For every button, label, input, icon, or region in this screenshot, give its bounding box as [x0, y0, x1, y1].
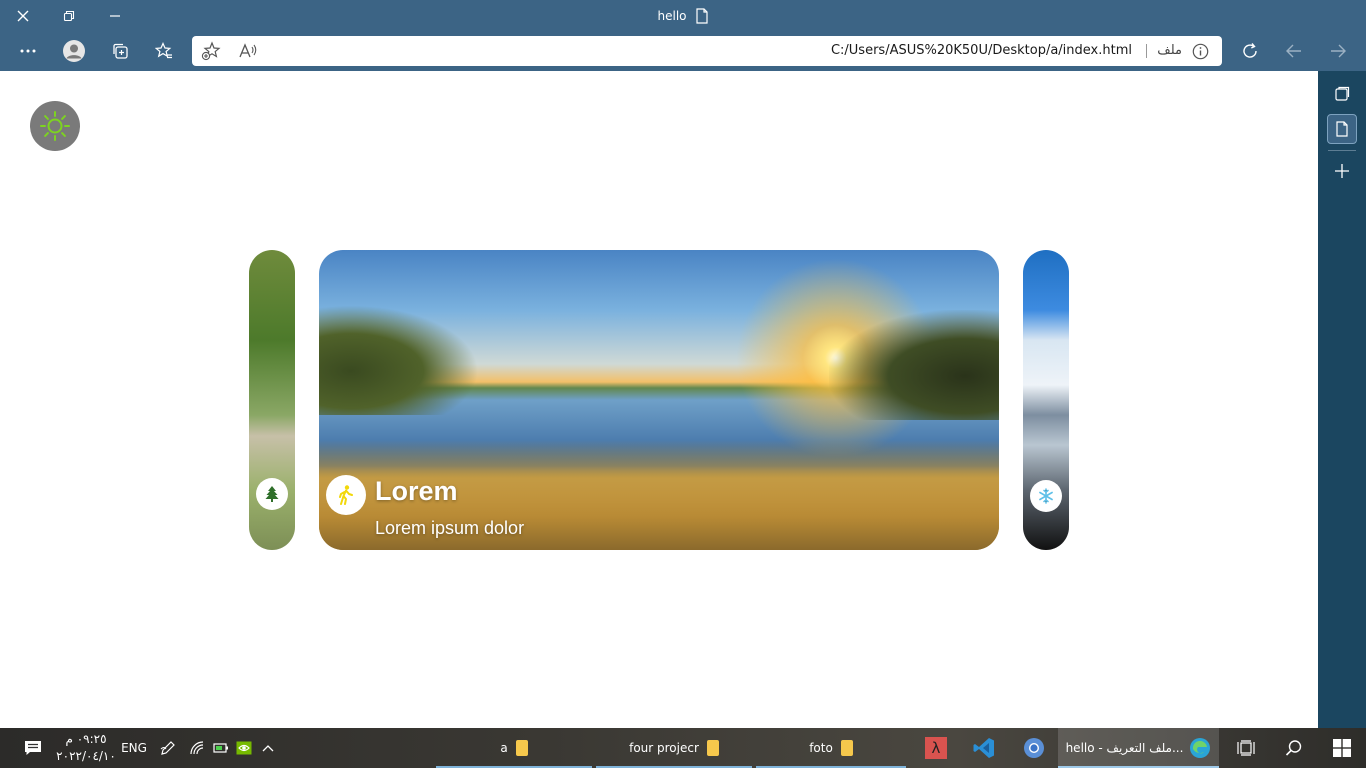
theme-toggle-button[interactable] [30, 101, 80, 151]
card-sunset-lake[interactable]: Lorem Lorem ipsum dolor [319, 250, 999, 550]
folder-icon [840, 740, 853, 756]
favorites-button[interactable] [148, 36, 180, 66]
title-bar: hello [0, 0, 1366, 32]
chevron-up-icon [262, 745, 274, 752]
clock-time: ٠٩:٢٥ م [65, 732, 107, 746]
taskbar-app-label: hello - ملف التعريف... [1065, 741, 1184, 755]
taskbar-app-chrome[interactable] [1016, 728, 1052, 768]
url-text[interactable]: C:/Users/ASUS%20K50U/Desktop/a/index.htm… [831, 36, 1132, 66]
back-button[interactable] [1278, 36, 1310, 66]
address-separator [1146, 44, 1147, 58]
battery-button[interactable] [210, 728, 232, 768]
window-title: hello [657, 9, 687, 23]
edge-icon [1190, 738, 1211, 758]
snowflake-icon [1030, 480, 1062, 512]
landscape-trees-right [829, 310, 999, 420]
profile-icon [63, 40, 85, 62]
lambda-icon: λ [925, 737, 947, 759]
plus-icon [1335, 164, 1349, 178]
notification-icon [25, 741, 41, 755]
sidebar-add-button[interactable] [1327, 156, 1357, 186]
card-winter[interactable] [1023, 250, 1069, 550]
pen-icon [160, 741, 175, 755]
folder-icon [706, 740, 719, 756]
card-subtitle: Lorem ipsum dolor [375, 518, 525, 538]
address-bar[interactable]: C:/Users/ASUS%20K50U/Desktop/a/index.htm… [192, 36, 1222, 66]
window-title-area: hello [0, 0, 1366, 32]
taskbar-app-folder-four-projecr[interactable]: four projecr [596, 728, 752, 768]
tabs-icon [1335, 86, 1350, 101]
search-icon [1285, 740, 1302, 756]
walking-icon [326, 475, 366, 515]
sidebar-page-button[interactable] [1327, 114, 1357, 144]
favorites-icon [155, 42, 172, 59]
task-view-icon [1237, 740, 1255, 756]
refresh-icon [1243, 43, 1257, 58]
windows-icon [1333, 739, 1351, 757]
taskbar-app-vscode[interactable] [966, 728, 1002, 768]
windows-taskbar: ٠٩:٢٥ م ٢٠٢٢/٠٤/١٠ ENG a four projecr fo… [0, 728, 1366, 768]
search-button[interactable] [1278, 728, 1310, 768]
settings-more-button[interactable] [12, 36, 44, 66]
forward-button[interactable] [1322, 36, 1354, 66]
info-icon [1192, 43, 1208, 59]
add-favorite-icon [201, 41, 221, 61]
refresh-button[interactable] [1234, 36, 1266, 66]
more-icon [20, 49, 36, 53]
page-content: Lorem Lorem ipsum dolor [0, 71, 1318, 728]
profile-button[interactable] [58, 36, 90, 66]
back-icon [1286, 44, 1301, 58]
battery-icon [213, 743, 228, 753]
site-info-button[interactable] [1189, 41, 1211, 61]
start-button[interactable] [1324, 728, 1360, 768]
folder-icon [515, 740, 528, 756]
browser-toolbar: C:/Users/ASUS%20K50U/Desktop/a/index.htm… [0, 32, 1366, 71]
chrome-icon [1024, 738, 1044, 758]
taskbar-app-label: foto [809, 741, 833, 755]
nvidia-tray-button[interactable] [233, 728, 255, 768]
site-info-label[interactable]: ملف [1157, 36, 1182, 66]
nvidia-icon [236, 741, 252, 755]
action-center-button[interactable] [16, 728, 50, 768]
task-view-button[interactable] [1230, 728, 1262, 768]
tree-icon [256, 478, 288, 510]
show-hidden-icons-button[interactable] [258, 728, 278, 768]
browser-sidebar [1318, 71, 1366, 728]
add-favorite-button[interactable] [200, 41, 222, 61]
sidebar-separator [1328, 150, 1356, 151]
read-aloud-button[interactable] [237, 41, 259, 61]
language-indicator[interactable]: ENG [118, 728, 150, 768]
taskbar-app-edge-hello[interactable]: hello - ملف التعريف... [1058, 728, 1219, 768]
system-clock[interactable]: ٠٩:٢٥ م ٢٠٢٢/٠٤/١٠ [56, 731, 116, 765]
taskbar-app-folder-a[interactable]: a [436, 728, 592, 768]
sidebar-tabs-button[interactable] [1327, 79, 1357, 109]
landscape-trees-left [319, 305, 479, 415]
vscode-icon [973, 738, 994, 758]
card-title: Lorem [375, 476, 458, 506]
clock-date: ٢٠٢٢/٠٤/١٠ [56, 749, 116, 763]
page-icon [695, 8, 708, 24]
sun-icon [40, 111, 70, 141]
read-aloud-icon [239, 43, 257, 58]
taskbar-app-label: four projecr [629, 741, 699, 755]
collections-button[interactable] [104, 36, 136, 66]
wifi-icon [190, 741, 204, 755]
page-icon [1336, 121, 1348, 137]
collections-icon [113, 43, 128, 59]
network-button[interactable] [186, 728, 208, 768]
card-forest[interactable] [249, 250, 295, 550]
taskbar-app-lambda[interactable]: λ [918, 728, 954, 768]
taskbar-app-folder-foto[interactable]: foto [756, 728, 906, 768]
taskbar-app-label: a [500, 741, 508, 755]
pen-workspace-button[interactable] [156, 728, 180, 768]
forward-icon [1331, 44, 1346, 58]
